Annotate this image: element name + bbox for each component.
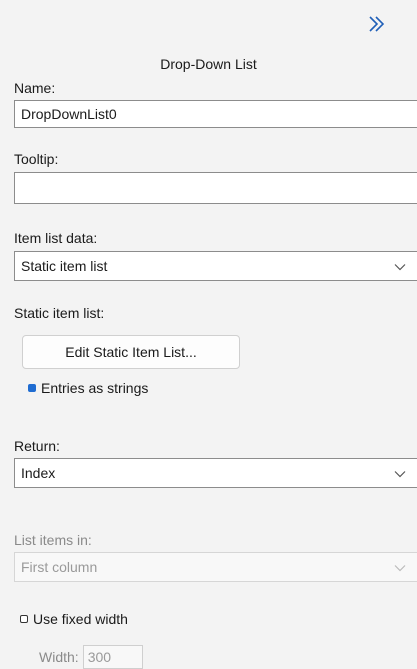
item-list-data-selected: Static item list <box>21 258 108 274</box>
entries-as-strings-label: Entries as strings <box>41 380 149 396</box>
tooltip-field[interactable] <box>14 172 417 204</box>
width-row: Width: 300 <box>39 645 143 669</box>
use-fixed-width-label: Use fixed width <box>33 611 128 627</box>
checkbox-checked-icon <box>28 384 36 392</box>
double-chevron-right-icon <box>369 16 385 32</box>
chevron-down-icon <box>394 471 406 478</box>
list-items-in-selected: First column <box>21 559 98 575</box>
item-list-data-select[interactable]: Static item list <box>14 251 417 281</box>
tooltip-label: Tooltip: <box>14 151 59 167</box>
chevron-down-icon <box>394 565 406 572</box>
checkbox-unchecked-icon <box>20 615 28 623</box>
edit-static-item-list-button[interactable]: Edit Static Item List... <box>22 335 240 369</box>
width-label: Width: <box>39 649 79 665</box>
panel-title: Drop-Down List <box>160 56 257 72</box>
collapse-panel-button[interactable] <box>364 10 390 38</box>
width-field[interactable]: 300 <box>82 645 143 669</box>
return-label: Return: <box>14 438 60 454</box>
entries-as-strings-checkbox[interactable]: Entries as strings <box>28 380 148 396</box>
list-items-in-label: List items in: <box>14 532 92 548</box>
item-list-data-label: Item list data: <box>14 230 98 246</box>
return-select[interactable]: Index <box>14 458 417 488</box>
name-label: Name: <box>14 80 56 96</box>
drop-down-list-properties-panel: Drop-Down List Name: DropDownList0 Toolt… <box>0 0 417 669</box>
list-items-in-select[interactable]: First column <box>14 552 417 582</box>
chevron-down-icon <box>394 264 406 271</box>
use-fixed-width-checkbox[interactable]: Use fixed width <box>20 611 128 627</box>
static-item-list-label: Static item list: <box>14 305 105 321</box>
return-selected: Index <box>21 465 56 481</box>
name-field[interactable]: DropDownList0 <box>14 100 417 128</box>
